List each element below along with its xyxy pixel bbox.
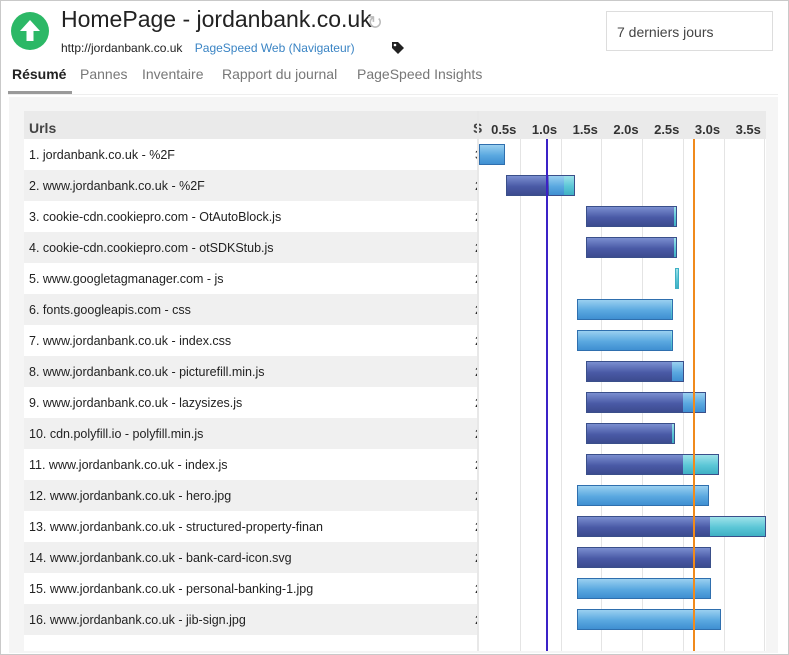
axis-tick-label: 2.5s [654, 122, 680, 137]
bar-segment-cyan [670, 300, 672, 319]
site-url: http://jordanbank.co.uk [61, 41, 183, 55]
timing-bar[interactable] [675, 268, 680, 289]
bar-segment-light [577, 610, 720, 629]
tag-icon[interactable] [391, 41, 405, 60]
bar-segment-main [586, 455, 683, 474]
tab-bar: Résumé Pannes Inventaire Rapport du jour… [0, 66, 787, 94]
axis-tick-label: 0.5s [491, 122, 517, 137]
pagespeed-link[interactable]: PageSpeed Web (Navigateur) [195, 41, 355, 55]
timing-bar[interactable] [585, 454, 719, 475]
bar-segment-light [577, 486, 708, 505]
bar-segment-main [577, 517, 710, 536]
upload-arrow-icon [11, 12, 49, 50]
url-label: 4. cookie-cdn.cookiepro.com - otSDKStub.… [29, 241, 274, 255]
column-separator[interactable] [477, 111, 479, 651]
bar-segment-cyan [709, 517, 765, 536]
timing-bar[interactable] [576, 547, 712, 568]
bar-segment-cyan [673, 207, 677, 226]
bar-segment-main [506, 176, 550, 195]
axis-tick-label: 1.0s [531, 122, 558, 137]
bar-segment-light [480, 145, 505, 164]
bar-segment-cyan [676, 269, 679, 288]
bar-segment-cyan [719, 610, 721, 629]
bar-segment-cyan [670, 331, 672, 350]
page-title: HomePage - jordanbank.co.uk [61, 6, 372, 32]
axis-tick-label: 3.5s [735, 122, 761, 137]
bar-segment-light [577, 579, 710, 598]
bar-segment-cyan [563, 176, 575, 195]
bar-segment-light [672, 362, 683, 381]
url-label: 11. www.jordanbank.co.uk - index.js [29, 458, 228, 472]
tab-resume[interactable]: Résumé [12, 66, 66, 82]
timing-bar[interactable] [576, 299, 673, 320]
timing-bar[interactable] [585, 237, 678, 258]
gridline [764, 139, 766, 651]
url-label: 12. www.jordanbank.co.uk - hero.jpg [29, 489, 232, 503]
tab-pannes[interactable]: Pannes [80, 66, 127, 82]
bar-segment-light [577, 331, 671, 350]
timing-bar[interactable] [585, 206, 678, 227]
bar-segment-light [577, 300, 671, 319]
url-label: 7. www.jordanbank.co.uk - index.css [29, 334, 232, 348]
timing-bar[interactable] [576, 485, 709, 506]
reload-icon[interactable]: ↻ [367, 12, 383, 35]
url-label: 14. www.jordanbank.co.uk - bank-card-ico… [29, 551, 292, 565]
url-label: 8. www.jordanbank.co.uk - picturefill.mi… [29, 365, 265, 379]
bar-segment-main [586, 424, 673, 443]
timing-bar[interactable] [576, 330, 673, 351]
url-label: 3. cookie-cdn.cookiepro.com - OtAutoBloc… [29, 210, 282, 224]
waterfall-chart: Urls S 1. jordanbank.co.uk - %2F32. www.… [24, 111, 766, 651]
onload-line [693, 139, 696, 651]
bar-segment-cyan [673, 238, 677, 257]
gridline [560, 139, 562, 651]
bar-segment-cyan [682, 455, 718, 474]
axis-tick-label: 2.0s [613, 122, 639, 137]
dom-content-loaded-line [545, 139, 548, 651]
axis-tick-label: 1.5s [572, 122, 598, 137]
tabs-divider [8, 94, 778, 95]
url-label: 1. jordanbank.co.uk - %2F [29, 148, 175, 162]
tab-inventaire[interactable]: Inventaire [142, 66, 203, 82]
bar-segment-main [586, 238, 674, 257]
url-label: 9. www.jordanbank.co.uk - lazysizes.js [29, 396, 243, 410]
bar-segment-main [586, 362, 673, 381]
tab-pagespeed-insights[interactable]: PageSpeed Insights [357, 66, 482, 82]
url-label: 13. www.jordanbank.co.uk - structured-pr… [29, 520, 323, 534]
url-label: 5. www.googletagmanager.com - js [29, 272, 224, 286]
timing-bar[interactable] [505, 175, 576, 196]
bar-segment-main [586, 207, 674, 226]
timing-bar[interactable] [479, 144, 506, 165]
url-label: 10. cdn.polyfill.io - polyfill.min.js [29, 427, 204, 441]
bar-segment-main [586, 393, 683, 412]
bar-segment-main [577, 548, 710, 567]
timing-bar[interactable] [585, 423, 675, 444]
subline: http://jordanbank.co.uk PageSpeed Web (N… [61, 41, 355, 55]
bar-segment-light [549, 176, 564, 195]
url-label: 2. www.jordanbank.co.uk - %2F [29, 179, 205, 193]
timing-bar[interactable] [576, 609, 722, 630]
urls-column-header[interactable]: Urls [29, 120, 56, 136]
timing-bar[interactable] [585, 392, 707, 413]
gridline [723, 139, 725, 651]
timing-bar[interactable] [576, 578, 712, 599]
url-label: 16. www.jordanbank.co.uk - jib-sign.jpg [29, 613, 246, 627]
url-label: 6. fonts.googleapis.com - css [29, 303, 191, 317]
date-range-select[interactable]: 7 derniers jours [606, 11, 773, 51]
gridline [519, 139, 521, 651]
url-label: 15. www.jordanbank.co.uk - personal-bank… [29, 582, 314, 596]
bar-segment-light [709, 548, 711, 567]
tab-rapport-du-journal[interactable]: Rapport du journal [222, 66, 337, 82]
timing-bar[interactable] [576, 516, 766, 537]
axis-tick-label: 3.0s [694, 122, 721, 137]
bar-segment-cyan [672, 424, 674, 443]
timing-bar[interactable] [585, 361, 684, 382]
bar-segment-cyan [709, 579, 711, 598]
